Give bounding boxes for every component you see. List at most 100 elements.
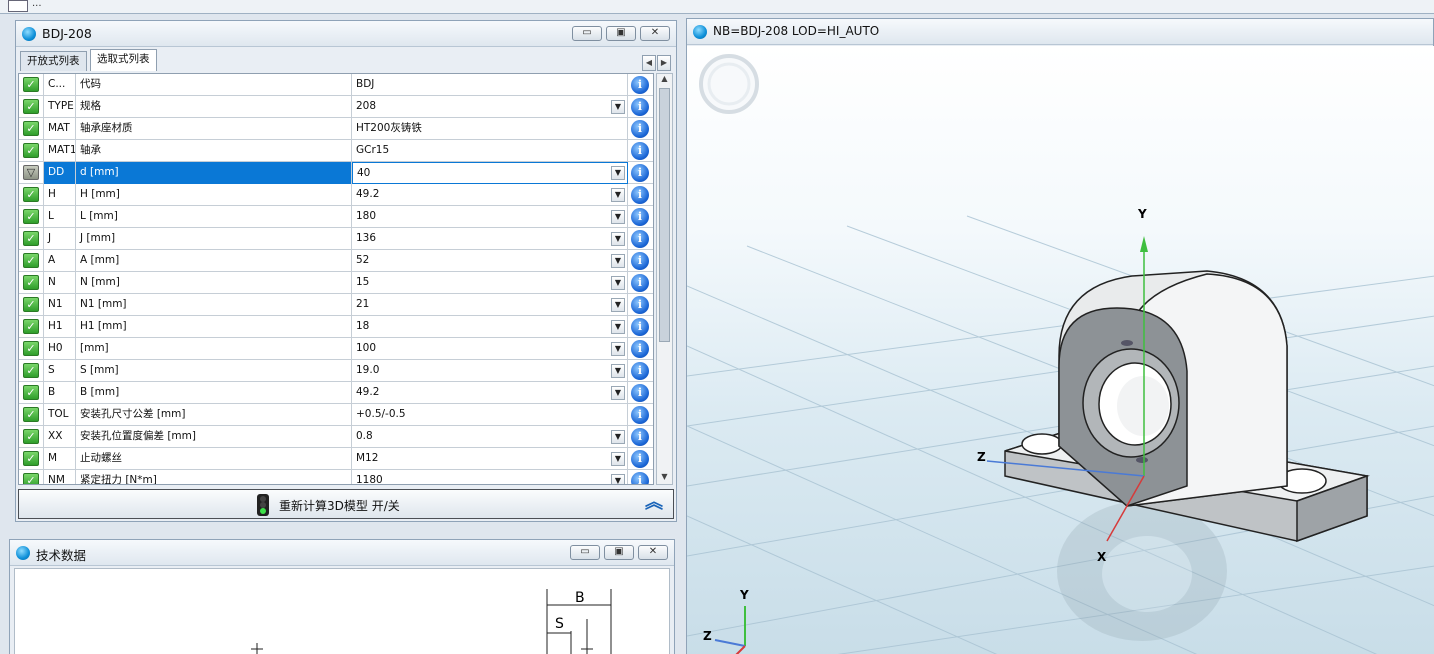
row-checkbox[interactable]: ✓ <box>19 184 44 206</box>
dropdown-chevron-icon[interactable]: ▼ <box>611 276 625 290</box>
vertical-scrollbar[interactable]: ▲ ▼ <box>656 73 673 485</box>
row-checkbox[interactable]: ✓ <box>19 382 44 404</box>
double-chevron-up-icon[interactable]: ︽ <box>637 492 671 516</box>
filter-icon[interactable]: ▽ <box>23 165 39 180</box>
scroll-down-icon[interactable]: ▼ <box>657 472 672 484</box>
table-row[interactable]: ✓ B B [mm] 49.2 ▼ i <box>19 382 653 404</box>
checkmark-icon[interactable]: ✓ <box>23 407 39 422</box>
info-icon[interactable]: i <box>631 296 649 314</box>
row-checkbox[interactable]: ✓ <box>19 206 44 228</box>
row-value[interactable]: 49.2 <box>352 382 628 404</box>
row-checkbox[interactable]: ✓ <box>19 228 44 250</box>
info-icon[interactable]: i <box>631 340 649 358</box>
row-checkbox[interactable]: ▽ <box>19 162 44 184</box>
minimize-button[interactable]: ▭ <box>570 545 600 560</box>
table-row[interactable]: ✓ MAT 轴承座材质 HT200灰铸铁 i <box>19 118 653 140</box>
window-tab-icon[interactable] <box>8 0 28 12</box>
checkmark-icon[interactable]: ✓ <box>23 77 39 92</box>
restore-button[interactable]: ▣ <box>606 26 636 41</box>
restore-button[interactable]: ▣ <box>604 545 634 560</box>
info-icon[interactable]: i <box>631 186 649 204</box>
info-icon[interactable]: i <box>631 472 649 484</box>
table-row[interactable]: ▽ DD d [mm] 40 ▼ i <box>19 162 653 184</box>
minimize-button[interactable]: ▭ <box>572 26 602 41</box>
row-value[interactable]: 52 <box>352 250 628 272</box>
table-row[interactable]: ✓ TYPE 规格 208 ▼ i <box>19 96 653 118</box>
row-checkbox[interactable]: ✓ <box>19 316 44 338</box>
row-checkbox[interactable]: ✓ <box>19 118 44 140</box>
row-checkbox[interactable]: ✓ <box>19 96 44 118</box>
info-icon[interactable]: i <box>631 362 649 380</box>
info-icon[interactable]: i <box>631 384 649 402</box>
info-icon[interactable]: i <box>631 98 649 116</box>
info-icon[interactable]: i <box>631 76 649 94</box>
row-value[interactable]: BDJ <box>352 74 628 96</box>
table-row[interactable]: ✓ NM 紧定扭力 [N*m] 1180 ▼ i <box>19 470 653 484</box>
info-icon[interactable]: i <box>631 120 649 138</box>
info-icon[interactable]: i <box>631 406 649 424</box>
row-checkbox[interactable]: ✓ <box>19 360 44 382</box>
table-row[interactable]: ✓ TOL 安装孔尺寸公差 [mm] +0.5/-0.5 i <box>19 404 653 426</box>
table-row[interactable]: ✓ XX 安装孔位置度偏差 [mm] 0.8 ▼ i <box>19 426 653 448</box>
row-checkbox[interactable]: ✓ <box>19 448 44 470</box>
row-checkbox[interactable]: ✓ <box>19 294 44 316</box>
table-row[interactable]: ✓ H1 H1 [mm] 18 ▼ i <box>19 316 653 338</box>
checkmark-icon[interactable]: ✓ <box>23 319 39 334</box>
row-value[interactable]: 40 <box>352 162 628 184</box>
checkmark-icon[interactable]: ✓ <box>23 253 39 268</box>
row-value[interactable]: 49.2 <box>352 184 628 206</box>
row-value[interactable]: 0.8 <box>352 426 628 448</box>
row-value[interactable]: M12 <box>352 448 628 470</box>
scroll-thumb[interactable] <box>659 88 670 342</box>
checkmark-icon[interactable]: ✓ <box>23 385 39 400</box>
info-icon[interactable]: i <box>631 274 649 292</box>
info-icon[interactable]: i <box>631 318 649 336</box>
checkmark-icon[interactable]: ✓ <box>23 121 39 136</box>
row-value[interactable]: GCr15 <box>352 140 628 162</box>
table-row[interactable]: ✓ N1 N1 [mm] 21 ▼ i <box>19 294 653 316</box>
table-row[interactable]: ✓ S S [mm] 19.0 ▼ i <box>19 360 653 382</box>
row-value[interactable]: 180 <box>352 206 628 228</box>
row-checkbox[interactable]: ✓ <box>19 470 44 484</box>
dropdown-chevron-icon[interactable]: ▼ <box>611 100 625 114</box>
recalc-3d-toggle-button[interactable]: 重新计算3D模型 开/关 ︽ <box>18 489 674 519</box>
3d-scene[interactable]: Y Z X Y Z <box>687 46 1434 654</box>
row-value[interactable]: HT200灰铸铁 <box>352 118 628 140</box>
checkmark-icon[interactable]: ✓ <box>23 275 39 290</box>
row-value[interactable]: 15 <box>352 272 628 294</box>
tab-scroll-right-icon[interactable]: ▶ <box>657 55 671 71</box>
table-row[interactable]: ✓ A A [mm] 52 ▼ i <box>19 250 653 272</box>
dropdown-chevron-icon[interactable]: ▼ <box>611 232 625 246</box>
row-checkbox[interactable]: ✓ <box>19 74 44 96</box>
table-row[interactable]: ✓ L L [mm] 180 ▼ i <box>19 206 653 228</box>
row-value[interactable]: 100 <box>352 338 628 360</box>
row-value[interactable]: +0.5/-0.5 <box>352 404 628 426</box>
info-icon[interactable]: i <box>631 450 649 468</box>
row-value[interactable]: 21 <box>352 294 628 316</box>
dropdown-chevron-icon[interactable]: ▼ <box>611 474 625 484</box>
tab-open-list[interactable]: 开放式列表 <box>20 51 87 71</box>
bearing-housing-model[interactable] <box>1004 270 1370 543</box>
checkmark-icon[interactable]: ✓ <box>23 363 39 378</box>
dropdown-chevron-icon[interactable]: ▼ <box>611 452 625 466</box>
dropdown-chevron-icon[interactable]: ▼ <box>611 364 625 378</box>
close-button[interactable]: ✕ <box>640 26 670 41</box>
dropdown-chevron-icon[interactable]: ▼ <box>611 210 625 224</box>
dropdown-chevron-icon[interactable]: ▼ <box>611 166 625 180</box>
dropdown-chevron-icon[interactable]: ▼ <box>611 188 625 202</box>
row-value[interactable]: 1180 <box>352 470 628 484</box>
scroll-up-icon[interactable]: ▲ <box>657 74 672 86</box>
row-checkbox[interactable]: ✓ <box>19 404 44 426</box>
row-checkbox[interactable]: ✓ <box>19 140 44 162</box>
checkmark-icon[interactable]: ✓ <box>23 209 39 224</box>
dropdown-chevron-icon[interactable]: ▼ <box>611 298 625 312</box>
row-checkbox[interactable]: ✓ <box>19 272 44 294</box>
dropdown-chevron-icon[interactable]: ▼ <box>611 430 625 444</box>
window-tab-label[interactable]: ... <box>32 0 42 8</box>
row-checkbox[interactable]: ✓ <box>19 426 44 448</box>
checkmark-icon[interactable]: ✓ <box>23 473 39 484</box>
tab-scroll-left-icon[interactable]: ◀ <box>642 55 656 71</box>
info-icon[interactable]: i <box>631 208 649 226</box>
checkmark-icon[interactable]: ✓ <box>23 451 39 466</box>
table-row[interactable]: ✓ N N [mm] 15 ▼ i <box>19 272 653 294</box>
